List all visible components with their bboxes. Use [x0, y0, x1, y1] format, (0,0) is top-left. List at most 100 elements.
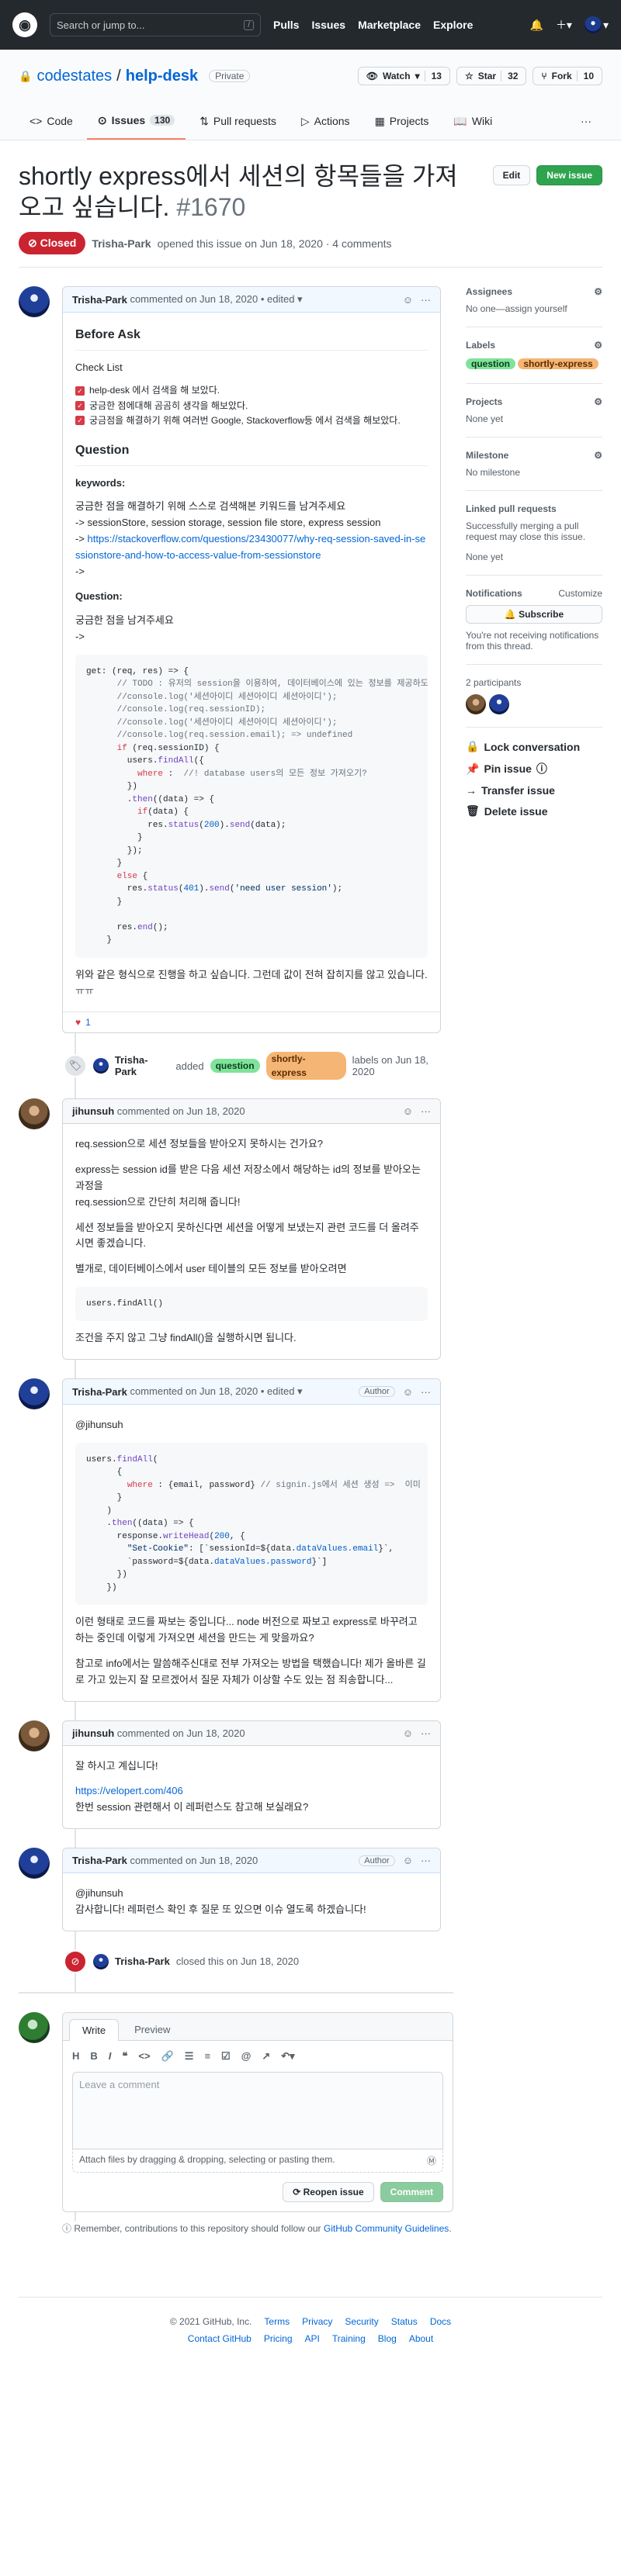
comment-author[interactable]: Trisha-Park [72, 1855, 127, 1866]
avatar[interactable] [19, 1720, 50, 1751]
repo-owner-link[interactable]: codestates [36, 67, 112, 85]
repo-name-link[interactable]: help-desk [126, 67, 198, 85]
footer-link[interactable]: Blog [378, 2333, 397, 2344]
search-input[interactable]: Search or jump to... / [50, 13, 261, 36]
cross-reference-icon[interactable]: ↗ [262, 2050, 270, 2063]
avatar[interactable] [93, 1953, 109, 1969]
kebab-icon[interactable]: ··· [421, 1386, 431, 1398]
footer-link[interactable]: Security [345, 2316, 378, 2327]
gear-icon[interactable]: ⚙ [594, 396, 602, 407]
tab-code[interactable]: <> Code [19, 102, 84, 140]
tab-write[interactable]: Write [69, 2018, 120, 2041]
footer-link[interactable]: Status [391, 2316, 418, 2327]
issue-author[interactable]: Trisha-Park [92, 237, 151, 250]
assign-yourself-link[interactable]: No one—assign yourself [466, 303, 567, 314]
mention-icon[interactable]: @ [241, 2050, 252, 2063]
comment-textarea[interactable]: Leave a comment [72, 2071, 443, 2149]
footer-link[interactable]: Training [332, 2333, 366, 2344]
reaction-heart[interactable]: ♥ 1 [63, 1011, 440, 1032]
footer-link[interactable]: Docs [430, 2316, 451, 2327]
nav-pulls[interactable]: Pulls [273, 19, 299, 31]
task-list-icon[interactable]: ☑ [221, 2050, 231, 2063]
gear-icon[interactable]: ⚙ [594, 340, 602, 351]
italic-icon[interactable]: I [109, 2050, 112, 2063]
footer-link[interactable]: Privacy [302, 2316, 332, 2327]
tab-actions[interactable]: ▷ Actions [290, 102, 361, 140]
stackoverflow-link[interactable]: https://stackoverflow.com/questions/2343… [75, 533, 425, 561]
footer-link[interactable]: About [409, 2333, 433, 2344]
avatar[interactable] [19, 1848, 50, 1879]
smiley-icon[interactable]: ☺ [403, 294, 413, 306]
avatar[interactable] [92, 1058, 109, 1074]
tab-issues[interactable]: ⊙ Issues 130 [86, 102, 186, 140]
footer-link[interactable]: Terms [264, 2316, 290, 2327]
reference-link[interactable]: https://velopert.com/406 [75, 1785, 183, 1796]
reopen-issue-button[interactable]: ⟳ Reopen issue [283, 2181, 374, 2202]
avatar[interactable] [19, 1098, 50, 1130]
code-icon[interactable]: <> [138, 2050, 150, 2063]
gear-icon[interactable]: ⚙ [594, 286, 602, 297]
kebab-icon[interactable]: ··· [421, 1855, 431, 1866]
bell-icon[interactable]: 🔔 [530, 19, 543, 32]
plus-icon[interactable]: ＋▾ [556, 17, 572, 33]
heading-icon[interactable]: H [72, 2050, 79, 2063]
avatar[interactable] [19, 1378, 50, 1410]
link-icon[interactable]: 🔗 [161, 2050, 174, 2063]
label-question[interactable]: question [466, 358, 515, 369]
bulleted-list-icon[interactable]: ☰ [185, 2050, 194, 2063]
nav-explore[interactable]: Explore [433, 19, 473, 31]
event-actor[interactable]: Trisha-Park [115, 1054, 170, 1077]
checkbox-checked-icon[interactable]: ✓ [75, 416, 85, 426]
transfer-issue-button[interactable]: → Transfer issue [466, 784, 602, 797]
bold-icon[interactable]: B [90, 2050, 97, 2063]
comment-author[interactable]: Trisha-Park [72, 294, 127, 306]
footer-link[interactable]: Pricing [264, 2333, 293, 2344]
comment-button[interactable]: Comment [380, 2181, 443, 2202]
label-shortly-express[interactable]: shortly-express [518, 358, 598, 369]
star-button[interactable]: ☆ Star 32 [456, 67, 527, 85]
smiley-icon[interactable]: ☺ [403, 1855, 413, 1866]
edit-button[interactable]: Edit [492, 165, 531, 185]
more-tabs-icon[interactable]: ··· [570, 102, 602, 140]
numbered-list-icon[interactable]: ≡ [204, 2050, 210, 2063]
delete-issue-button[interactable]: 🗑 Delete issue [466, 804, 602, 818]
kebab-icon[interactable]: ··· [421, 1105, 431, 1117]
tab-preview[interactable]: Preview [122, 2019, 182, 2040]
github-logo-icon[interactable]: ◉ [12, 12, 37, 37]
avatar[interactable] [466, 694, 486, 714]
tab-pull-requests[interactable]: ⇅ Pull requests [189, 102, 287, 140]
checkbox-checked-icon[interactable]: ✓ [75, 386, 85, 396]
subscribe-button[interactable]: 🔔 Subscribe [466, 605, 602, 624]
quote-icon[interactable]: ❝ [122, 2050, 127, 2063]
smiley-icon[interactable]: ☺ [403, 1386, 413, 1398]
comment-author[interactable]: jihunsuh [72, 1105, 114, 1117]
kebab-icon[interactable]: ··· [421, 1727, 431, 1739]
nav-marketplace[interactable]: Marketplace [358, 19, 421, 31]
checkbox-checked-icon[interactable]: ✓ [75, 401, 85, 411]
footer-link[interactable]: Contact GitHub [188, 2333, 252, 2344]
avatar[interactable] [489, 694, 509, 714]
fork-button[interactable]: ⑂ Fork 10 [533, 67, 602, 85]
comment-author[interactable]: Trisha-Park [72, 1386, 127, 1398]
event-actor[interactable]: Trisha-Park [115, 1955, 170, 1967]
reply-icon[interactable]: ↶▾ [281, 2050, 294, 2063]
smiley-icon[interactable]: ☺ [403, 1727, 413, 1739]
smiley-icon[interactable]: ☺ [403, 1105, 413, 1117]
attach-files[interactable]: Attach files by dragging & dropping, sel… [72, 2149, 443, 2173]
kebab-icon[interactable]: ··· [421, 294, 431, 306]
customize-link[interactable]: Customize [558, 588, 602, 599]
label-shortly-express[interactable]: shortly-express [265, 1052, 346, 1081]
new-issue-button[interactable]: New issue [536, 165, 602, 185]
pin-issue-button[interactable]: 📌 Pin issue ⓘ [466, 761, 602, 776]
label-question[interactable]: question [210, 1059, 260, 1074]
nav-issues[interactable]: Issues [311, 19, 345, 31]
lock-conversation-button[interactable]: 🔒 Lock conversation [466, 740, 602, 753]
watch-button[interactable]: 👁 Watch ▾ 13 [357, 67, 450, 85]
tab-wiki[interactable]: 📖 Wiki [442, 102, 503, 140]
user-menu[interactable]: ▾ [584, 16, 609, 33]
gear-icon[interactable]: ⚙ [594, 450, 602, 461]
tab-projects[interactable]: ▦ Projects [364, 102, 440, 140]
comment-author[interactable]: jihunsuh [72, 1727, 114, 1739]
community-guidelines-link[interactable]: GitHub Community Guidelines [324, 2223, 449, 2234]
footer-link[interactable]: API [305, 2333, 320, 2344]
